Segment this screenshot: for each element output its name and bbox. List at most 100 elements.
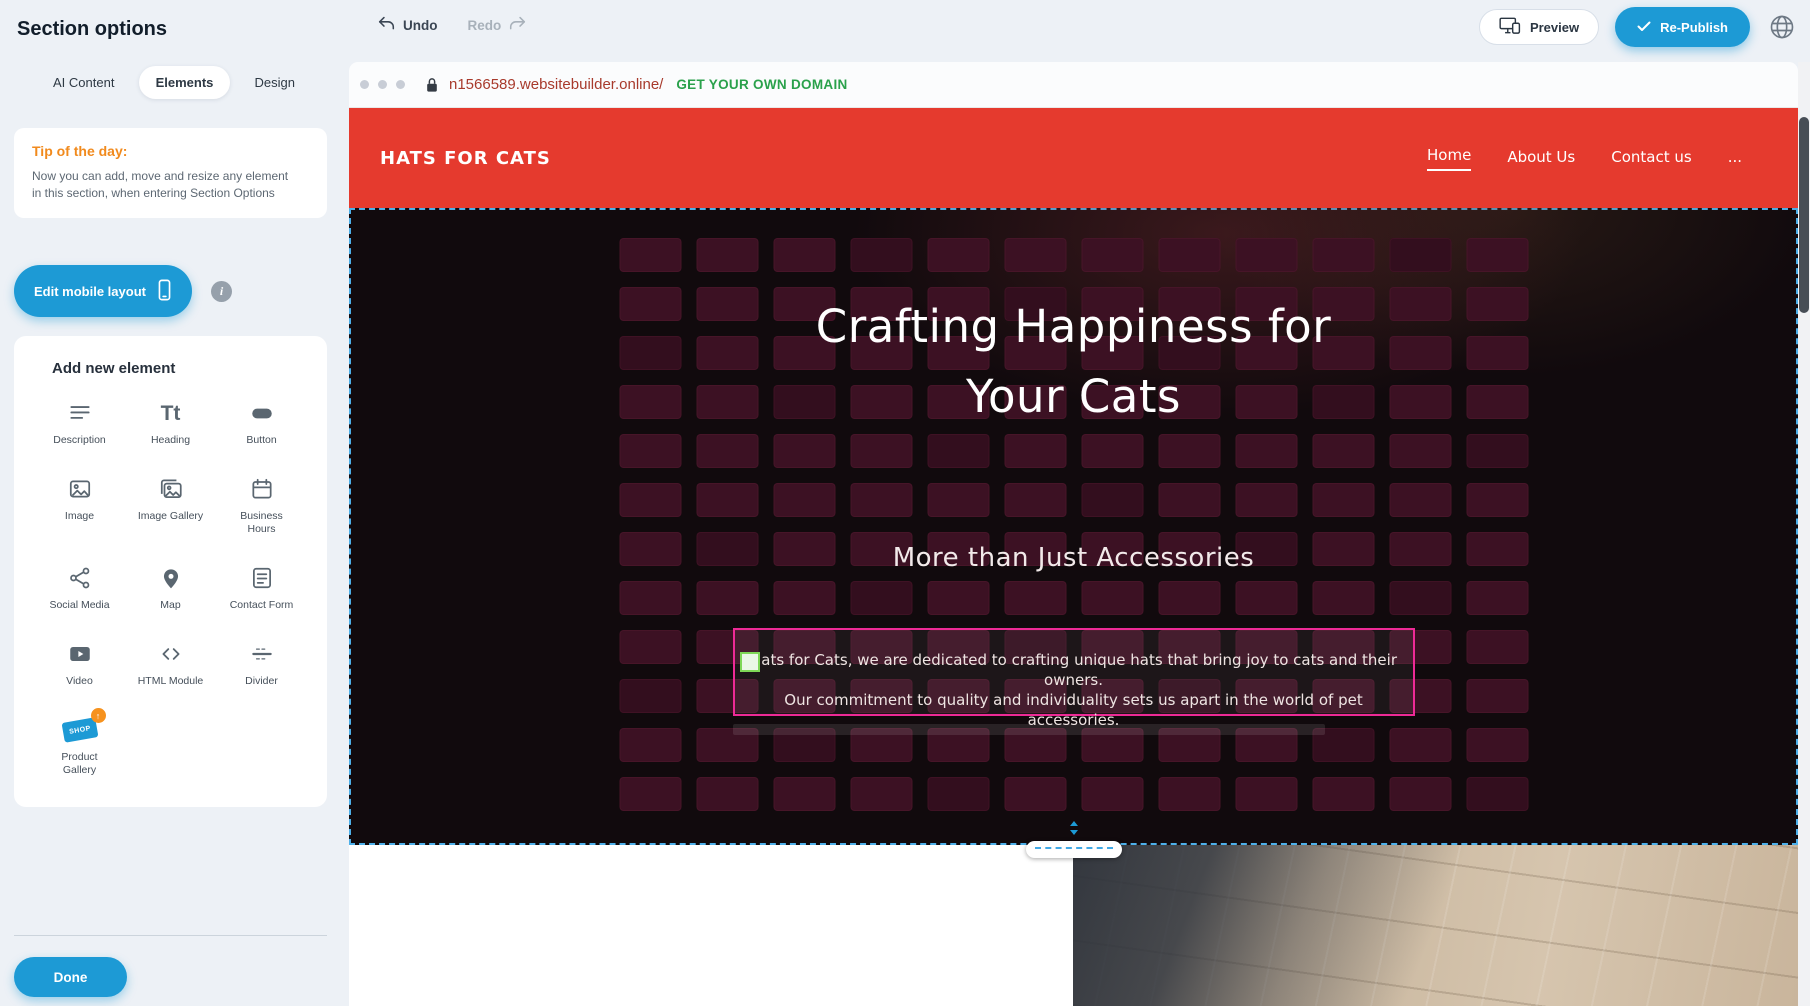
- nav-contact[interactable]: Contact us: [1611, 148, 1691, 168]
- hero-tile: [1312, 238, 1374, 272]
- hero-tile: [850, 581, 912, 615]
- redo-button[interactable]: Redo: [468, 16, 527, 34]
- hero-tile: [1466, 777, 1528, 811]
- hero-tile: [1466, 238, 1528, 272]
- tab-ai-content[interactable]: AI Content: [36, 66, 131, 99]
- element-contact-form[interactable]: Contact Form: [216, 564, 307, 612]
- hero-tile: [1466, 630, 1528, 664]
- hero-tile: [1389, 238, 1451, 272]
- hero-tile: [850, 777, 912, 811]
- redo-label: Redo: [468, 18, 502, 33]
- hero-tile: [1004, 238, 1066, 272]
- hero-tile: [927, 483, 989, 517]
- next-section[interactable]: [349, 845, 1798, 1006]
- hero-tile: [1158, 777, 1220, 811]
- hero-tile: [1235, 581, 1297, 615]
- image-icon: [67, 475, 93, 503]
- tip-title: Tip of the day:: [32, 143, 309, 159]
- hero-tile: [927, 581, 989, 615]
- hero-tile: [850, 238, 912, 272]
- hero-tile: [1158, 581, 1220, 615]
- contact-form-icon: [249, 564, 275, 592]
- hero-tile: [1312, 777, 1374, 811]
- globe-icon: [1768, 13, 1796, 41]
- hero-tile: [1081, 581, 1143, 615]
- element-image[interactable]: Image: [34, 475, 125, 536]
- nav-more[interactable]: ...: [1728, 148, 1742, 168]
- hero-tile: [619, 434, 681, 468]
- tab-design[interactable]: Design: [238, 66, 312, 99]
- scrollbar-track[interactable]: [1798, 62, 1810, 1006]
- language-globe-button[interactable]: [1766, 11, 1798, 43]
- element-description[interactable]: Description: [34, 399, 125, 447]
- upgrade-badge-icon: ↑: [91, 708, 106, 723]
- site-logo[interactable]: HATS FOR CATS: [380, 148, 551, 169]
- element-map[interactable]: Map: [125, 564, 216, 612]
- sidebar: AI Content Elements Design Tip of the da…: [0, 60, 349, 1006]
- hero-tile: [850, 434, 912, 468]
- hero-tile: [619, 238, 681, 272]
- hero-tile: [1004, 777, 1066, 811]
- edit-mobile-label: Edit mobile layout: [34, 284, 146, 299]
- add-element-title: Add new element: [52, 360, 327, 377]
- element-image-gallery[interactable]: Image Gallery: [125, 475, 216, 536]
- hero-tile: [696, 483, 758, 517]
- site-header[interactable]: HATS FOR CATS Home About Us Contact us .…: [349, 108, 1798, 208]
- drag-handle[interactable]: [740, 652, 760, 672]
- hero-tile: [1158, 434, 1220, 468]
- hero-heading[interactable]: Crafting Happiness for Your Cats: [349, 292, 1798, 432]
- info-icon[interactable]: i: [211, 281, 232, 302]
- button-icon: [249, 399, 275, 427]
- element-business-hours[interactable]: Business Hours: [216, 475, 307, 536]
- element-html-module[interactable]: HTML Module: [125, 640, 216, 688]
- element-social-media[interactable]: Social Media: [34, 564, 125, 612]
- hero-tile: [1312, 483, 1374, 517]
- window-dots-icon: [360, 80, 405, 89]
- element-button[interactable]: Button: [216, 399, 307, 447]
- page-title: Section options: [17, 18, 167, 41]
- hero-tile: [927, 434, 989, 468]
- hero-tile: [773, 434, 835, 468]
- hero-tile: [1466, 581, 1528, 615]
- element-product-gallery[interactable]: SHOP ↑ Product Gallery: [34, 716, 125, 777]
- hero-paragraph[interactable]: Hats for Cats, we are dedicated to craft…: [735, 630, 1413, 730]
- section-resize-handle[interactable]: [1026, 824, 1122, 860]
- hero-tile: [619, 581, 681, 615]
- editor-canvas: n1566589.websitebuilder.online/ GET YOUR…: [349, 60, 1810, 1006]
- preview-label: Preview: [1530, 20, 1579, 35]
- image-gallery-icon: [158, 475, 184, 503]
- preview-button[interactable]: Preview: [1479, 9, 1599, 45]
- undo-button[interactable]: Undo: [378, 16, 438, 34]
- phone-icon: [157, 279, 172, 304]
- hero-tile: [1158, 238, 1220, 272]
- hero-section-selected[interactable]: Crafting Happiness for Your Cats More th…: [349, 208, 1798, 845]
- hero-tile: [773, 777, 835, 811]
- nav-about[interactable]: About Us: [1507, 148, 1575, 168]
- hero-tile: [773, 581, 835, 615]
- hero-tile: [1081, 483, 1143, 517]
- hero-tile: [1389, 581, 1451, 615]
- hero-subheading[interactable]: More than Just Accessories: [349, 543, 1798, 573]
- element-video[interactable]: Video: [34, 640, 125, 688]
- done-button[interactable]: Done: [14, 957, 127, 997]
- element-divider[interactable]: Divider: [216, 640, 307, 688]
- selected-text-element[interactable]: Hats for Cats, we are dedicated to craft…: [733, 628, 1415, 716]
- hero-tile: [619, 483, 681, 517]
- republish-button[interactable]: Re-Publish: [1615, 7, 1750, 47]
- heading-icon: Tt: [161, 399, 181, 427]
- nav-home[interactable]: Home: [1427, 146, 1471, 171]
- sidebar-tabs: AI Content Elements Design: [36, 60, 312, 104]
- tab-elements[interactable]: Elements: [139, 66, 231, 99]
- get-domain-link[interactable]: GET YOUR OWN DOMAIN: [676, 77, 847, 92]
- devices-icon: [1499, 17, 1521, 37]
- hero-tile: [619, 630, 681, 664]
- scrollbar-thumb[interactable]: [1799, 117, 1809, 313]
- hero-tile: [1081, 434, 1143, 468]
- topbar: Section options Undo Redo Preview Re-P: [0, 0, 1810, 60]
- element-heading[interactable]: Tt Heading: [125, 399, 216, 447]
- hero-tile: [1389, 434, 1451, 468]
- hero-tile: [1235, 483, 1297, 517]
- resize-arrows-icon: [1067, 821, 1081, 835]
- edit-mobile-layout-button[interactable]: Edit mobile layout: [14, 265, 192, 317]
- pavement-photo: [1073, 845, 1798, 1006]
